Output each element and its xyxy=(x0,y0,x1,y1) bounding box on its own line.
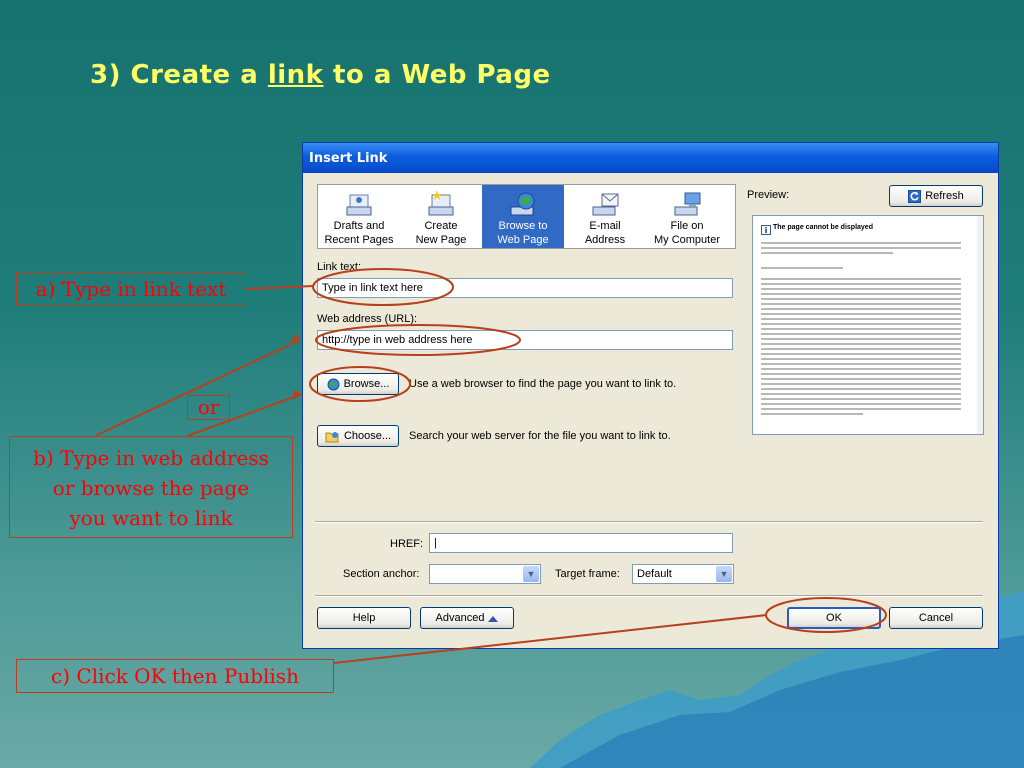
type-browse-web-button[interactable]: Browse to Web Page xyxy=(482,185,564,248)
arrow-up-icon xyxy=(488,615,499,622)
computer-icon xyxy=(674,192,701,216)
refresh-button[interactable]: Refresh xyxy=(889,185,983,207)
link-text-label: Link text: xyxy=(317,261,362,273)
insert-link-dialog: Insert Link Drafts and Recent Pages Crea… xyxy=(302,142,999,649)
web-address-input[interactable]: http://type in web address here xyxy=(317,330,733,350)
drafts-icon xyxy=(346,194,372,216)
advanced-button[interactable]: Advanced xyxy=(420,607,514,629)
type-drafts-button[interactable]: Drafts and Recent Pages xyxy=(318,185,400,248)
help-button[interactable]: Help xyxy=(317,607,411,629)
callout-c: c) Click OK then Publish xyxy=(16,659,334,693)
dialog-separator xyxy=(315,595,983,597)
dialog-separator xyxy=(315,521,983,523)
web-address-label: Web address (URL): xyxy=(317,313,418,325)
target-frame-select[interactable]: Default ▼ xyxy=(632,564,734,584)
globe-small-icon xyxy=(327,378,340,390)
choose-description: Search your web server for the file you … xyxy=(409,430,671,442)
type-email-button[interactable]: E-mail Address xyxy=(564,185,646,248)
link-type-bar: Drafts and Recent Pages Create New Page … xyxy=(317,184,736,249)
preview-scrollbar[interactable] xyxy=(977,216,983,434)
email-icon xyxy=(592,193,619,216)
refresh-icon xyxy=(908,189,922,203)
folder-icon xyxy=(325,431,339,442)
type-create-new-button[interactable]: Create New Page xyxy=(400,185,482,248)
section-anchor-label: Section anchor: xyxy=(343,568,420,580)
target-frame-label: Target frame: xyxy=(555,568,620,580)
browse-button[interactable]: Browse... xyxy=(317,373,399,395)
cancel-button[interactable]: Cancel xyxy=(889,607,983,629)
globe-icon xyxy=(510,192,535,216)
new-page-icon xyxy=(428,190,454,216)
dialog-titlebar[interactable]: Insert Link xyxy=(303,143,998,173)
choose-button[interactable]: Choose... xyxy=(317,425,399,447)
ok-button[interactable]: OK xyxy=(787,607,881,629)
href-input[interactable]: | xyxy=(429,533,733,553)
preview-label: Preview: xyxy=(747,189,790,201)
callout-or: or xyxy=(187,395,230,420)
chevron-down-icon: ▼ xyxy=(523,566,539,582)
browse-description: Use a web browser to find the page you w… xyxy=(409,378,677,390)
callout-a: a) Type in link text xyxy=(16,272,246,306)
preview-heading: The page cannot be displayed xyxy=(773,224,873,231)
chevron-down-icon: ▼ xyxy=(716,566,732,582)
link-text-input[interactable]: Type in link text here xyxy=(317,278,733,298)
slide-title: 3) Create a link to a Web Page xyxy=(90,60,551,90)
title-link-word: link xyxy=(267,60,324,90)
callout-b: b) Type in web address or browse the pag… xyxy=(9,436,293,538)
type-file-computer-button[interactable]: File on My Computer xyxy=(646,185,728,248)
section-anchor-select[interactable]: ▼ xyxy=(429,564,541,584)
href-label: HREF: xyxy=(390,538,423,550)
preview-pane[interactable]: The page cannot be displayed xyxy=(752,215,984,435)
dialog-title: Insert Link xyxy=(309,151,388,166)
info-icon xyxy=(761,225,771,235)
